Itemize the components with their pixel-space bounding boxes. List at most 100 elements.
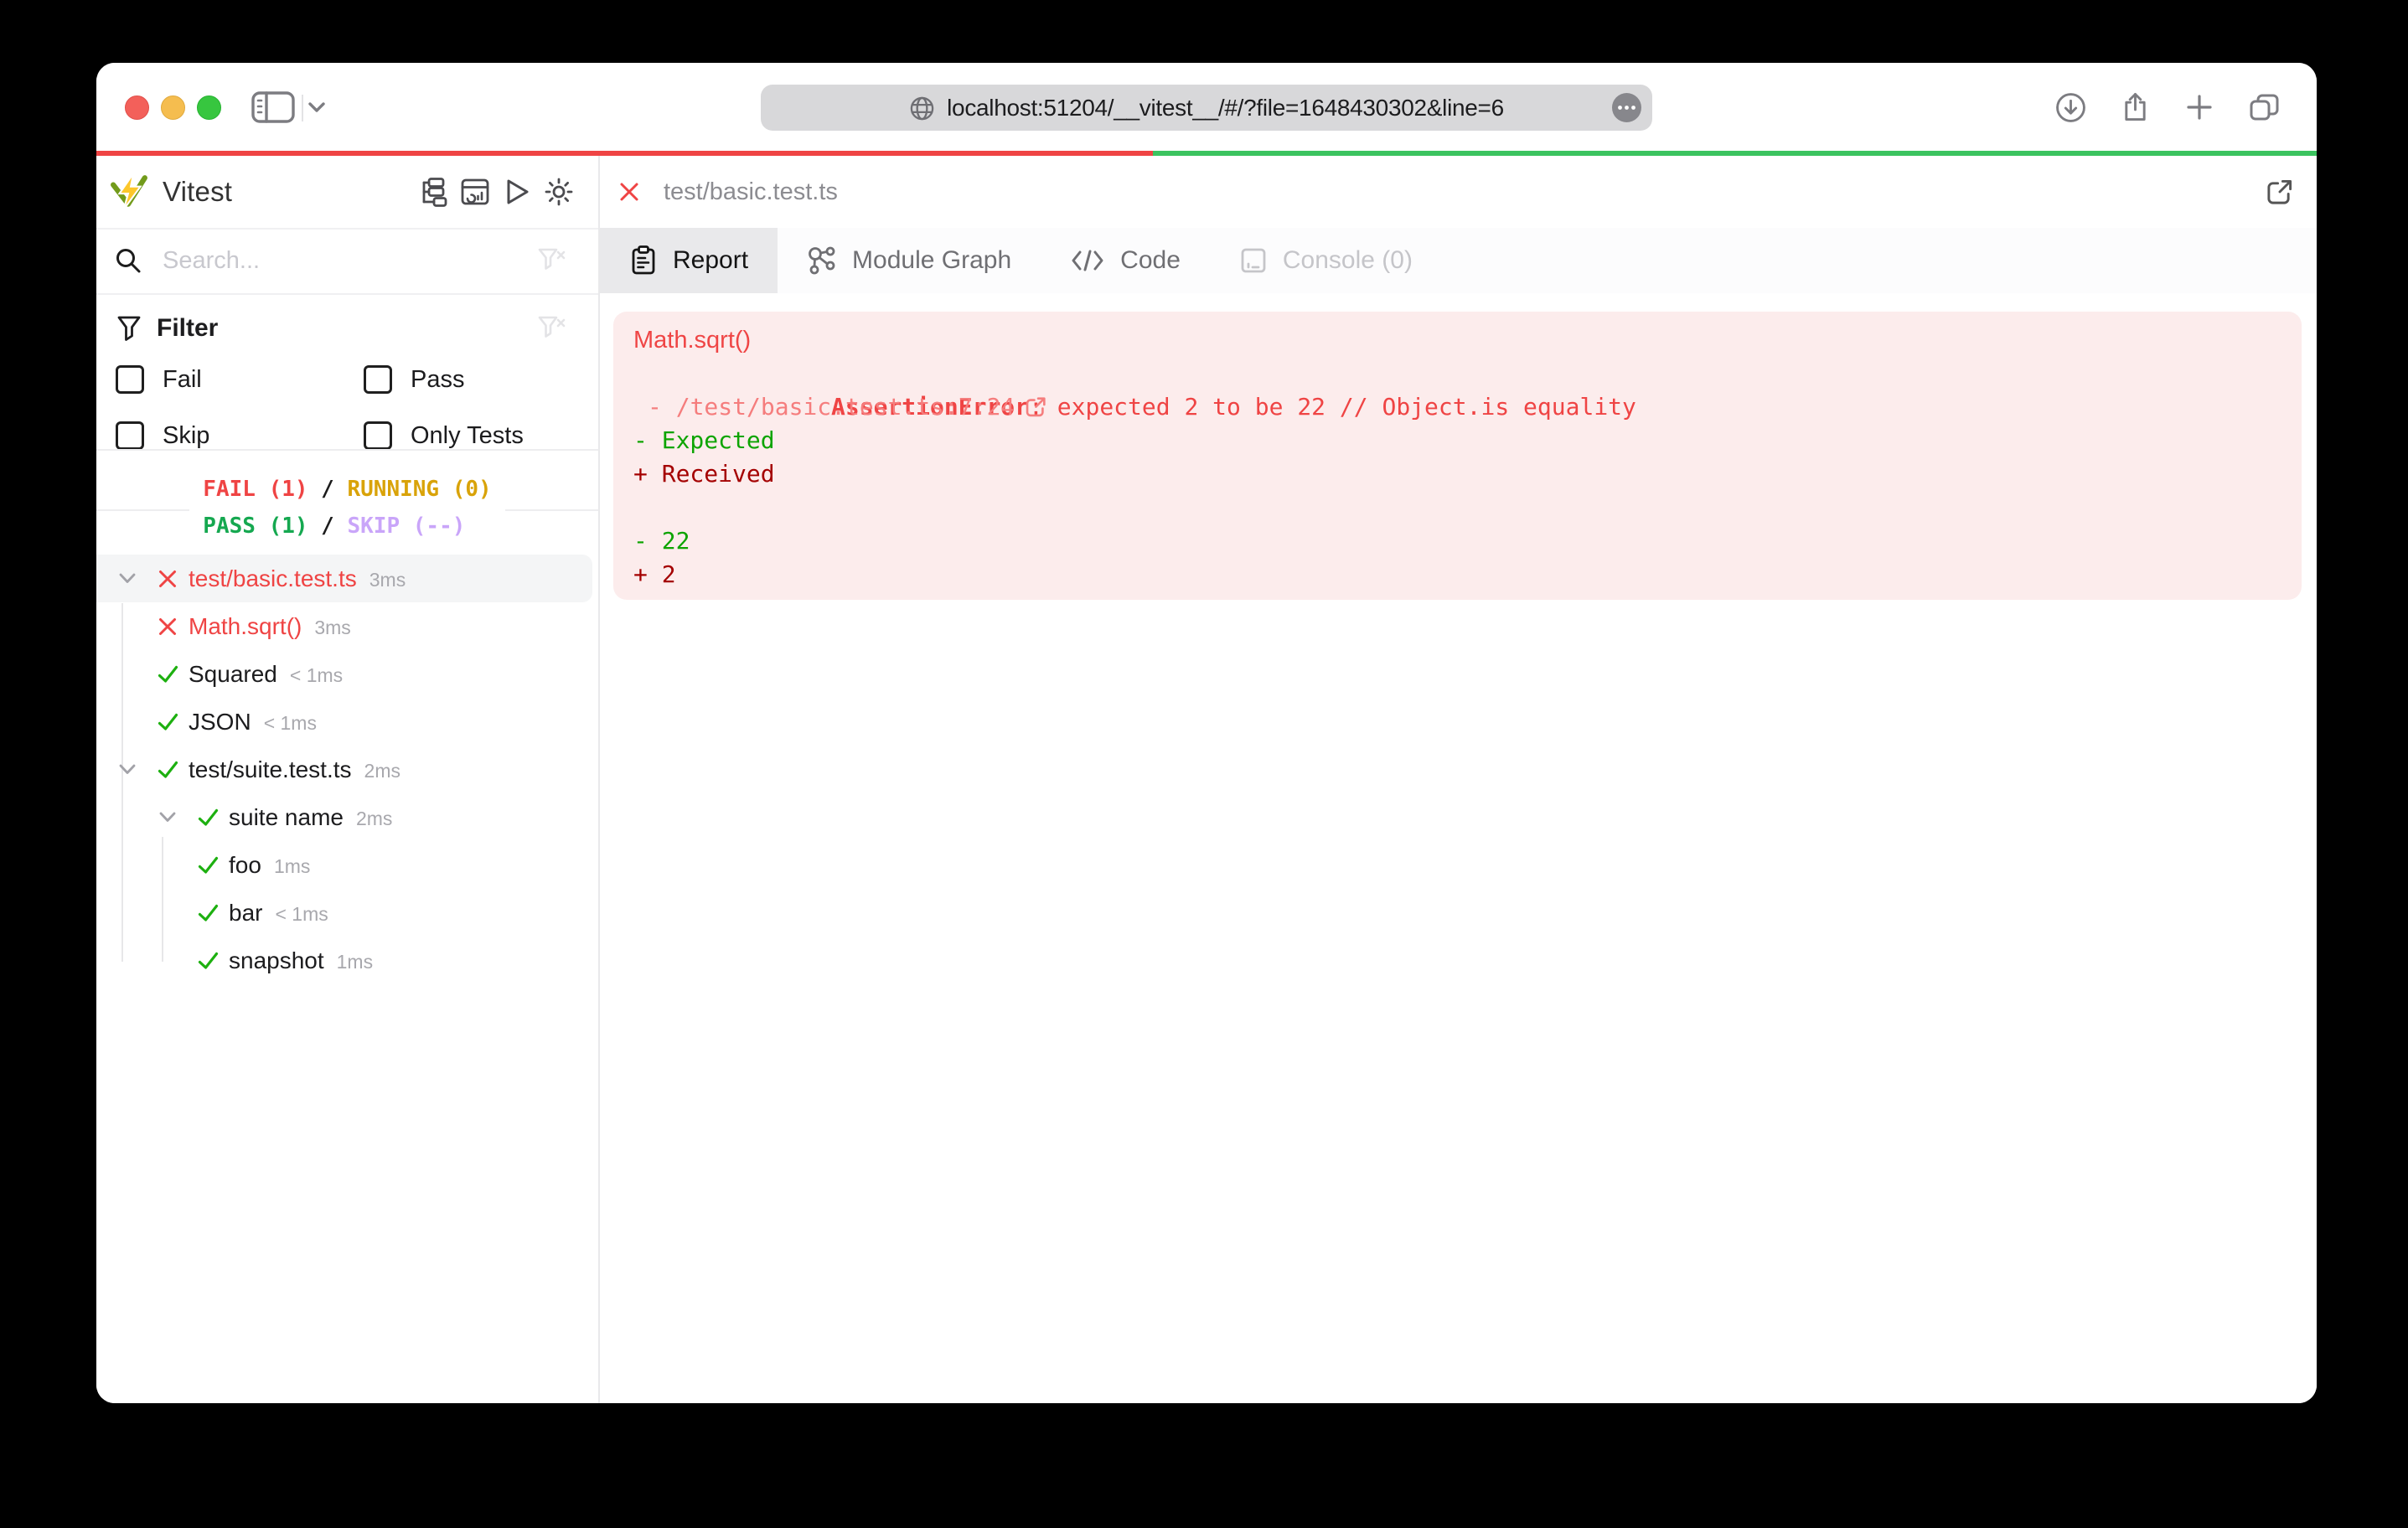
downloads-button[interactable] <box>2054 90 2086 124</box>
chevron-down-icon[interactable] <box>307 101 326 114</box>
tree-row-snapshot[interactable]: snapshot 1ms <box>96 937 592 984</box>
sidebar-toggle-icon[interactable] <box>251 90 295 124</box>
minimize-window-button[interactable] <box>161 96 185 120</box>
tab-report[interactable]: Report <box>600 228 778 293</box>
share-button[interactable] <box>2119 90 2151 124</box>
summary-segment: PASS (1) <box>203 514 308 539</box>
tree-row-bar[interactable]: bar < 1ms <box>96 889 592 937</box>
list-tree-icon <box>418 177 448 207</box>
tab-label: Code <box>1120 246 1181 274</box>
search-input[interactable]: Search... <box>163 247 260 275</box>
tab-overview-button[interactable] <box>2248 90 2280 124</box>
test-label: foo 1ms <box>229 852 311 878</box>
test-label: test/suite.test.ts 2ms <box>189 756 400 782</box>
dashboard-button[interactable] <box>460 178 489 207</box>
tab-label: Console (0) <box>1282 246 1413 274</box>
sidebar: Vitest Search... Filter Fail Pass Skip Only… <box>96 156 600 1403</box>
page-settings-button[interactable] <box>1612 93 1641 122</box>
globe-icon <box>909 96 935 121</box>
tree-row-test-suite-test-ts[interactable]: test/suite.test.ts 2ms <box>96 746 592 793</box>
tree-row-json[interactable]: JSON < 1ms <box>96 698 592 746</box>
address-bar[interactable]: localhost:51204/__vitest__/#/?file=16484… <box>761 85 1652 131</box>
tab-console-0-[interactable]: Console (0) <box>1210 228 1442 293</box>
test-label: suite name 2ms <box>229 804 393 830</box>
tree-row-foo[interactable]: foo 1ms <box>96 841 592 889</box>
test-duration: < 1ms <box>289 664 344 686</box>
theme-icon <box>544 177 574 207</box>
filter-option-label: Only Tests <box>411 421 524 449</box>
failed-test-name: Math.sqrt() <box>633 327 752 354</box>
search-icon <box>115 247 142 274</box>
tabs-overview-icon <box>2249 93 2280 121</box>
share-icon <box>2121 91 2149 123</box>
new-tab-button[interactable] <box>2183 90 2215 124</box>
error-panel: Math.sqrt() AssertionError: expected 2 t… <box>613 312 2302 600</box>
report-content: Math.sqrt() AssertionError: expected 2 t… <box>600 293 2317 1403</box>
filter-option-label: Skip <box>163 421 210 449</box>
test-tree: test/basic.test.ts 3ms Math.sqrt() 3ms Squar… <box>96 555 598 1024</box>
dashboard-icon <box>460 177 490 207</box>
browser-toolbar: localhost:51204/__vitest__/#/?file=16484… <box>96 63 2317 151</box>
pass-check-icon <box>157 759 179 781</box>
filter-option-fail[interactable]: Fail <box>116 365 202 394</box>
test-duration: 2ms <box>364 760 400 782</box>
rerun-all-button[interactable] <box>502 178 531 207</box>
clear-filter-icon[interactable] <box>538 315 566 342</box>
filter-option-only-tests[interactable]: Only Tests <box>364 421 524 450</box>
tree-row-math-sqrt-[interactable]: Math.sqrt() 3ms <box>96 602 592 650</box>
test-duration: 1ms <box>336 951 374 973</box>
theme-toggle-button[interactable] <box>544 178 573 207</box>
filter-option-pass[interactable]: Pass <box>364 365 464 394</box>
clipboard-icon <box>629 245 658 276</box>
test-label: snapshot 1ms <box>229 947 374 973</box>
search-bar[interactable]: Search... <box>96 228 598 295</box>
test-label: JSON < 1ms <box>189 709 317 735</box>
assertion-error-line: AssertionError: expected 2 to be 22 // O… <box>633 357 2302 421</box>
file-tab-header: test/basic.test.ts <box>600 156 2317 230</box>
chevron-down-icon[interactable] <box>158 808 178 826</box>
open-in-editor-icon[interactable] <box>2266 178 2293 206</box>
pass-check-icon <box>197 854 220 876</box>
tree-row-test-basic-test-ts[interactable]: test/basic.test.ts 3ms <box>96 555 592 602</box>
filter-option-label: Fail <box>163 365 202 393</box>
tab-module-graph[interactable]: Module Graph <box>778 228 1041 293</box>
close-file-icon[interactable] <box>618 180 641 204</box>
code-icon <box>1070 248 1105 273</box>
browser-window: localhost:51204/__vitest__/#/?file=16484… <box>96 63 2317 1403</box>
error-message: : expected 2 to be 22 // Object.is equal… <box>1029 393 1636 421</box>
chevron-down-icon[interactable] <box>117 760 137 778</box>
fail-x-icon <box>157 616 178 638</box>
clear-filter-icon[interactable] <box>538 247 566 274</box>
tab-code[interactable]: Code <box>1041 228 1210 293</box>
desktop-background: localhost:51204/__vitest__/#/?file=16484… <box>0 0 2408 1528</box>
toggle-tree-view-button[interactable] <box>418 178 447 207</box>
run-icon <box>504 178 530 206</box>
filter-option-skip[interactable]: Skip <box>116 421 210 450</box>
app-title: Vitest <box>163 176 233 207</box>
close-window-button[interactable] <box>125 96 149 120</box>
chevron-down-icon[interactable] <box>117 569 137 587</box>
expand-window-button[interactable] <box>197 96 221 120</box>
test-label: Math.sqrt() 3ms <box>189 613 351 639</box>
open-file-name: test/basic.test.ts <box>664 178 838 205</box>
checkbox[interactable] <box>364 421 392 450</box>
view-tabs: Report Module Graph Code Console (0) <box>600 228 2317 295</box>
checkbox[interactable] <box>116 365 144 394</box>
tree-row-suite-name[interactable]: suite name 2ms <box>96 793 592 841</box>
tab-label: Report <box>673 246 749 274</box>
diff-line-added: + 2 <box>633 560 676 588</box>
tree-row-squared[interactable]: Squared < 1ms <box>96 650 592 698</box>
funnel-icon <box>116 315 142 342</box>
fail-x-icon <box>157 568 178 590</box>
pass-check-icon <box>197 902 220 924</box>
test-duration: 1ms <box>273 855 311 877</box>
checkbox[interactable] <box>116 421 144 450</box>
external-link-icon <box>1015 396 1046 418</box>
diff-line-blank <box>633 491 2302 524</box>
summary-fail-running: FAIL (1) / RUNNING (0) <box>203 471 491 508</box>
summary-segment: RUNNING (0) <box>347 477 492 502</box>
checkbox[interactable] <box>364 365 392 394</box>
url-text: localhost:51204/__vitest__/#/?file=16484… <box>947 94 1504 121</box>
module-graph-icon <box>807 245 837 276</box>
test-duration: < 1ms <box>263 712 317 734</box>
